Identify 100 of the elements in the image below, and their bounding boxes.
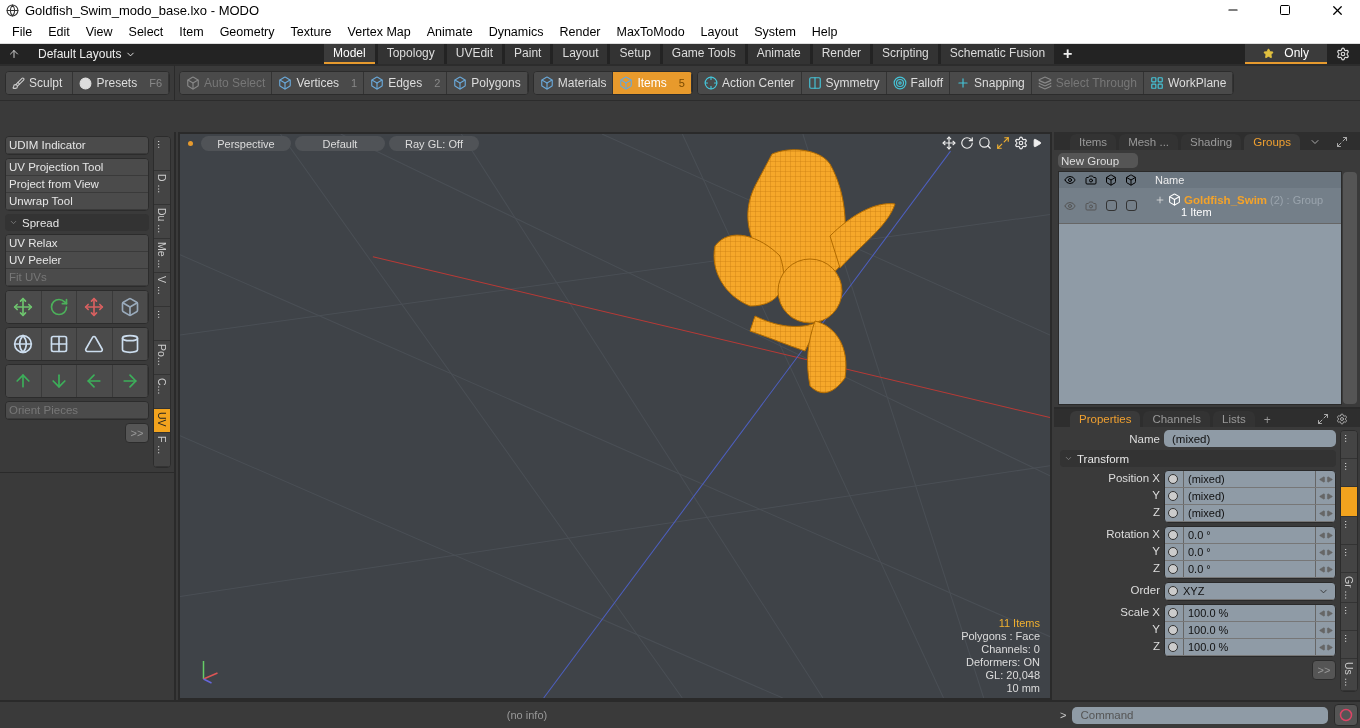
name-field[interactable]: (mixed) xyxy=(1164,430,1336,447)
side-tab[interactable]: Gr ... xyxy=(1341,573,1357,604)
layout-tab[interactable]: UVEdit xyxy=(446,44,503,64)
panel-tab[interactable]: Properties xyxy=(1070,411,1141,427)
checkbox[interactable] xyxy=(1105,200,1117,211)
layout-tab[interactable]: Game Tools xyxy=(662,44,745,64)
panel-tab[interactable]: Channels xyxy=(1143,411,1210,427)
side-tab[interactable]: F ... xyxy=(154,433,170,467)
side-tab[interactable]: UV xyxy=(154,409,170,433)
panel-tab[interactable]: Lists xyxy=(1213,411,1255,427)
expand-icon[interactable] xyxy=(1336,136,1348,148)
menu-item[interactable]: Item xyxy=(171,24,212,39)
dropdown-field[interactable]: XYZ xyxy=(1164,582,1336,601)
slider-arrows-icon[interactable] xyxy=(1315,561,1335,577)
value-field[interactable]: 100.0 % xyxy=(1183,639,1315,655)
checkbox[interactable] xyxy=(1125,200,1137,211)
side-tab[interactable]: Po... xyxy=(154,341,170,375)
value-field[interactable]: (mixed) xyxy=(1183,488,1315,504)
tool-icon-button[interactable] xyxy=(6,365,42,397)
expand-icon[interactable] xyxy=(996,136,1010,150)
layout-tab[interactable]: Render xyxy=(812,44,871,64)
layout-tab[interactable]: Schematic Fusion xyxy=(940,44,1055,64)
panel-tab[interactable]: Mesh ... xyxy=(1119,134,1179,150)
menu-item[interactable]: Vertex Map xyxy=(339,24,419,39)
menu-item[interactable]: Edit xyxy=(40,24,78,39)
viewport-button[interactable]: Default xyxy=(295,136,385,151)
menu-item[interactable]: Render xyxy=(551,24,609,39)
side-tab[interactable]: C... xyxy=(154,375,170,409)
slider-arrows-icon[interactable] xyxy=(1315,527,1335,543)
tool-button[interactable]: UV Projection Tool xyxy=(6,159,148,176)
panel-tab[interactable]: Groups xyxy=(1244,134,1300,150)
slider-arrows-icon[interactable] xyxy=(1315,639,1335,655)
menu-item[interactable]: System xyxy=(746,24,804,39)
tool-button[interactable]: Action Center xyxy=(697,72,802,94)
menu-item[interactable]: Help xyxy=(803,24,846,39)
layout-tab[interactable]: Topology xyxy=(377,44,444,64)
tool-icon-button[interactable] xyxy=(6,328,42,360)
add-tab-button[interactable]: + xyxy=(1057,44,1079,64)
scrollbar[interactable] xyxy=(1343,172,1357,404)
viewport-button[interactable]: Perspective xyxy=(201,136,291,151)
side-tab[interactable]: ... xyxy=(1341,431,1357,459)
layout-tab[interactable]: Setup xyxy=(610,44,660,64)
slider-arrows-icon[interactable] xyxy=(1315,505,1335,521)
record-button[interactable] xyxy=(1334,704,1358,726)
side-tab[interactable] xyxy=(1341,487,1357,517)
move-icon[interactable] xyxy=(942,136,956,150)
tool-button[interactable]: Items 5 xyxy=(613,72,692,94)
menu-item[interactable]: Select xyxy=(120,24,172,39)
animate-toggle[interactable] xyxy=(1168,586,1178,596)
slider-arrows-icon[interactable] xyxy=(1315,605,1335,621)
layout-tab[interactable]: Animate xyxy=(747,44,810,64)
menu-item[interactable]: View xyxy=(77,24,121,39)
tool-button[interactable]: UV Relax xyxy=(6,235,148,252)
value-field[interactable]: 0.0 ° xyxy=(1183,544,1315,560)
viewport-menu-dot[interactable] xyxy=(188,141,193,146)
settings-icon[interactable] xyxy=(1336,413,1348,425)
3d-viewport[interactable]: Perspective Default Ray GL: Off 11 Items Polygons : Face Channels: 0 Deformers: ON GL: 20,048 10 mm xyxy=(178,132,1052,700)
add-tab-button[interactable]: + xyxy=(1257,413,1277,427)
value-field[interactable]: (mixed) xyxy=(1183,471,1315,487)
slider-arrows-icon[interactable] xyxy=(1315,544,1335,560)
panel-tab[interactable]: Shading xyxy=(1181,134,1242,150)
value-field[interactable]: 0.0 ° xyxy=(1183,527,1315,543)
slider-arrows-icon[interactable] xyxy=(1315,488,1335,504)
side-tab[interactable]: Du ... xyxy=(154,205,170,239)
viewport-button[interactable]: Ray GL: Off xyxy=(389,136,479,151)
layout-tab[interactable]: Paint xyxy=(505,44,551,64)
side-tab[interactable]: Us ... xyxy=(1341,659,1357,691)
value-field[interactable]: 100.0 % xyxy=(1183,622,1315,638)
menu-item[interactable]: File xyxy=(4,24,41,39)
rotate-icon[interactable] xyxy=(960,136,974,150)
tool-button[interactable]: Materials xyxy=(533,72,614,94)
arrow-up-icon[interactable] xyxy=(8,48,20,60)
menu-item[interactable]: MaxToModo xyxy=(608,24,693,39)
section-header[interactable]: Transform xyxy=(1060,450,1336,467)
menu-item[interactable]: Layout xyxy=(692,24,747,39)
panel-tab[interactable]: Items xyxy=(1070,134,1117,150)
tool-icon-button[interactable] xyxy=(6,291,42,323)
new-group-button[interactable]: New Group xyxy=(1058,153,1138,168)
tool-button[interactable]: Sculpt xyxy=(6,72,74,94)
layout-tab[interactable]: Layout xyxy=(553,44,608,64)
slider-arrows-icon[interactable] xyxy=(1315,622,1335,638)
menu-item[interactable]: Dynamics xyxy=(480,24,552,39)
value-field[interactable]: 100.0 % xyxy=(1183,605,1315,621)
menu-item[interactable]: Animate xyxy=(418,24,481,39)
section-header[interactable]: Spread xyxy=(5,214,149,231)
search-icon[interactable] xyxy=(978,136,992,150)
tool-button[interactable]: UDIM Indicator xyxy=(6,137,148,154)
menu-item[interactable]: Geometry xyxy=(211,24,283,39)
slider-arrows-icon[interactable] xyxy=(1315,471,1335,487)
expand-icon[interactable] xyxy=(1317,413,1329,425)
menu-item[interactable]: Texture xyxy=(282,24,340,39)
layout-tab[interactable]: Scripting xyxy=(873,44,938,64)
value-field[interactable]: 0.0 ° xyxy=(1183,561,1315,577)
command-field[interactable]: Command xyxy=(1072,706,1328,724)
layouts-dropdown[interactable]: Default Layouts xyxy=(38,47,122,61)
layout-tab[interactable]: Model xyxy=(324,44,375,64)
filter-button[interactable]: Only xyxy=(1245,44,1327,64)
side-tab[interactable]: D ... xyxy=(154,171,170,205)
side-tab[interactable]: V ... xyxy=(154,273,170,307)
side-tab[interactable]: ... xyxy=(154,137,170,171)
